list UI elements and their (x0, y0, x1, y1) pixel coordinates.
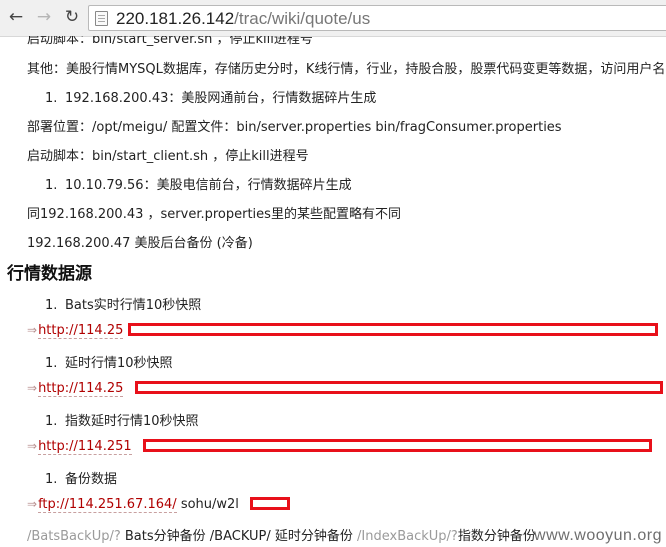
list-number: 1. (45, 356, 58, 371)
index-backup-link[interactable]: /IndexBackUp/? (357, 529, 458, 544)
external-link-icon: ⇒ (27, 439, 38, 453)
external-link-icon: ⇒ (27, 381, 38, 395)
list-item-text: 192.168.200.43：美股网通前台，行情数据碎片生成 (65, 91, 377, 106)
section-heading: 行情数据源 (7, 264, 92, 284)
url-host: 220.181.26.142 (116, 9, 235, 28)
index-backup-text: 指数分钟备份 (457, 529, 536, 544)
address-bar[interactable]: 220.181.26.142/trac/wiki/quote/us (88, 5, 666, 31)
url-text: 220.181.26.142/trac/wiki/quote/us (116, 9, 370, 29)
back-arrow-icon[interactable]: ← (5, 6, 27, 28)
list-number: 1. (45, 178, 58, 193)
list-item: 1. Bats实时行情10秒快照 (45, 294, 201, 313)
other-info-line: 其他：美股行情MYSQL数据库，存储历史分时，K线行情，行业，持股合股，股票代码… (27, 62, 666, 77)
source-link[interactable]: http://114.25 (38, 381, 124, 397)
watermark: www.wooyun.org (534, 527, 662, 544)
list-item: 1. 指数延时行情10秒快照 (45, 410, 199, 429)
config-note-line: 同192.168.200.43 ，server.properties里的某些配置… (27, 207, 401, 222)
list-number: 1. (45, 91, 58, 106)
list-number: 1. (45, 298, 58, 313)
list-item: 1. 192.168.200.43：美股网通前台，行情数据碎片生成 (45, 87, 376, 106)
forward-arrow-icon[interactable]: → (33, 6, 55, 28)
external-link-icon: ⇒ (27, 323, 38, 337)
bats-backup-text: Bats分钟备份 (124, 529, 206, 544)
list-item: 1. 备份数据 (45, 468, 117, 487)
external-link-icon: ⇒ (27, 497, 38, 511)
list-item-text: 10.10.79.56：美股电信前台，行情数据碎片生成 (65, 178, 352, 193)
backup-path: /BACKUP/ (209, 529, 271, 544)
source-link-row: ⇒http://114.251 (27, 439, 132, 455)
list-item: 1. 10.10.79.56：美股电信前台，行情数据碎片生成 (45, 174, 352, 193)
source-link-row: ⇒http://114.25 (27, 381, 124, 397)
bats-backup-link[interactable]: /BatsBackUp/? (27, 529, 121, 544)
list-number: 1. (45, 414, 58, 429)
list-item-text: 指数延时行情10秒快照 (65, 414, 199, 429)
redaction-bar (128, 323, 658, 336)
source-link-row: ⇒ftp://114.251.67.164/ sohu/w2l (27, 497, 239, 513)
redaction-bar (250, 497, 290, 510)
backup-host-line: 192.168.200.47 美股后台备份 (冷备) (27, 236, 253, 251)
page-icon (95, 11, 108, 26)
browser-toolbar: ← → ↻ 220.181.26.142/trac/wiki/quote/us (0, 0, 666, 37)
ftp-path-suffix: sohu/w2l (180, 497, 239, 512)
backup-links-line: /BatsBackUp/? Bats分钟备份 /BACKUP/ 延时分钟备份 /… (27, 525, 536, 544)
list-item-text: Bats实时行情10秒快照 (65, 298, 202, 313)
list-item-text: 备份数据 (65, 472, 118, 487)
list-number: 1. (45, 472, 58, 487)
source-link[interactable]: http://114.251 (38, 439, 132, 455)
wiki-content: 启动脚本：bin/start_server.sh ，停止kill进程号 其他：美… (0, 36, 666, 547)
source-link[interactable]: http://114.25 (38, 323, 124, 339)
list-item-text: 延时行情10秒快照 (65, 356, 173, 371)
ftp-link[interactable]: ftp://114.251.67.164/ (38, 497, 177, 513)
start-server-line: 启动脚本：bin/start_server.sh ，停止kill进程号 (27, 36, 313, 47)
url-path: /trac/wiki/quote/us (234, 9, 371, 28)
start-client-line: 启动脚本：bin/start_client.sh ，停止kill进程号 (27, 149, 309, 164)
list-item: 1. 延时行情10秒快照 (45, 352, 173, 371)
reload-icon[interactable]: ↻ (61, 6, 83, 28)
backup-text: 延时分钟备份 (274, 529, 353, 544)
source-link-row: ⇒http://114.25 (27, 323, 124, 339)
redaction-bar (135, 381, 663, 394)
deploy-line: 部署位置：/opt/meigu/ 配置文件：bin/server.propert… (27, 120, 562, 135)
redaction-bar (143, 439, 652, 452)
